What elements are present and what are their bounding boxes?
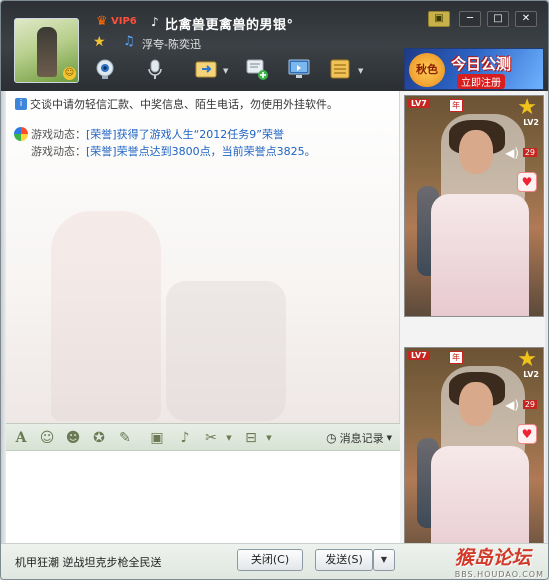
safety-notice-text: 交谈中请勿轻信汇款、中奖信息、陌生电话，勿使用外挂软件。 (30, 98, 338, 111)
message-history: i 交谈中请勿轻信汇款、中奖信息、陌生电话，勿使用外挂软件。 游戏动态：[荣誉]… (6, 91, 400, 423)
star-icon: ★ (93, 34, 106, 50)
microphone-icon (148, 59, 162, 79)
ad-register-button[interactable]: 立即注册 (457, 74, 505, 89)
app-menu-button[interactable] (327, 56, 353, 82)
heart-icon[interactable]: ♥ (517, 172, 537, 192)
ad-brand-logo: 秋色 (409, 53, 445, 87)
info-icon: i (15, 98, 27, 110)
level-label: LV2 (523, 370, 539, 379)
year-badge: 年 (449, 351, 463, 364)
more-menu-chevron-icon[interactable]: ▼ (358, 67, 363, 75)
level-star-icon: ★ (517, 95, 537, 120)
vip-icon: ♛ (96, 14, 108, 29)
voice-call-button[interactable] (142, 56, 168, 82)
send-options-chevron-icon[interactable]: ▼ (373, 549, 395, 571)
input-toolbar: A ☺ ☻ ✪ ✎ ▣ ♪ ✂ ▼ ⊟ ▼ ◷ 消息记录 ▼ (6, 423, 400, 451)
safety-notice: i 交谈中请勿轻信汇款、中奖信息、陌生电话，勿使用外挂软件。 (15, 96, 338, 112)
game-activity-link[interactable]: [荣誉]荣誉点达到3800点，当前荣誉点3825。 (86, 145, 316, 158)
shake-icon[interactable]: ✪ (90, 429, 108, 447)
file-transfer-icon (195, 61, 217, 78)
screenshot-chevron-icon[interactable]: ▼ (220, 429, 238, 447)
video-figure-dress (431, 194, 529, 316)
level-star-icon: ★ (517, 347, 537, 372)
video-panel[interactable]: LV7 年 ★ LV2 ◀) 29 ♥ (404, 95, 544, 317)
close-window-button[interactable]: ✕ (515, 11, 537, 27)
doodle-icon[interactable]: ✎ (116, 429, 134, 447)
watermark: 猴岛论坛 BBS.HOUDAO.COM (455, 543, 544, 579)
window-footer: 机甲狂潮 逆战坦克步枪全民送 关闭(C) 发送(S) ▼ 猴岛论坛 BBS.HO… (1, 543, 548, 579)
right-border (545, 91, 548, 543)
footer-promo-link[interactable]: 机甲狂潮 逆战坦克步枪全民送 (15, 554, 162, 570)
game-activity-icon (14, 127, 28, 141)
send-file-button[interactable] (193, 56, 219, 82)
music-share-icon[interactable]: ♪ (176, 429, 194, 447)
mood-icon: ☺ (63, 67, 76, 80)
message-history-label: 消息记录 (339, 432, 384, 445)
video-figure-face (459, 382, 493, 426)
message-history-button[interactable]: ◷ 消息记录 ▼ (326, 430, 392, 446)
history-icon: ◷ (326, 431, 337, 445)
heart-icon[interactable]: ♥ (517, 424, 537, 444)
image-icon[interactable]: ▣ (148, 429, 166, 447)
chevron-down-icon[interactable]: ▼ (223, 67, 228, 75)
avatar[interactable]: ☺ (14, 18, 79, 83)
window-header: ☺ ♛ VIP6 ♪ 比禽兽更禽兽的男银° ★ ♫ 浮夸-陈奕迅 ▼ ▼ ▣ ─ (1, 1, 548, 91)
level-label: LV2 (523, 118, 539, 127)
vip-label: VIP6 (111, 16, 137, 27)
speaker-icon[interactable]: ◀) (505, 398, 519, 412)
toolbox-icon[interactable]: ⊟ (242, 429, 260, 447)
speaker-icon[interactable]: ◀) (505, 146, 519, 160)
game-activity-row: 游戏动态：[荣誉]荣誉点达到3800点，当前荣誉点3825。 (31, 143, 316, 159)
game-activity-row: 游戏动态：[荣誉]获得了游戏人生“2012任务9”荣誉 (31, 126, 284, 142)
video-figure-face (459, 130, 493, 174)
game-activity-label: 游戏动态： (31, 145, 86, 158)
game-activity-label: 游戏动态： (31, 128, 86, 141)
magic-face-icon[interactable]: ☻ (64, 429, 82, 447)
watermark-sub: BBS.HOUDAO.COM (454, 570, 544, 579)
count-badge: 29 (522, 400, 537, 409)
history-chevron-icon: ▼ (386, 434, 392, 442)
user-level-badge: LV7 (408, 351, 430, 360)
background-image (51, 211, 161, 421)
close-button[interactable]: 关闭(C) (237, 549, 303, 571)
music-icon: ♫ (123, 34, 135, 49)
music-note-icon: ♪ (151, 15, 159, 29)
send-button[interactable]: 发送(S) (315, 549, 373, 571)
remote-desktop-icon (288, 59, 310, 78)
avatar-photo (37, 27, 57, 77)
ad-banner[interactable]: 秋色 今日公测 立即注册 (404, 48, 544, 90)
game-activity-link[interactable]: [荣誉]获得了游戏人生“2012任务9”荣誉 (86, 128, 284, 141)
year-badge: 年 (449, 99, 463, 112)
chat-window: ☺ ♛ VIP6 ♪ 比禽兽更禽兽的男银° ★ ♫ 浮夸-陈奕迅 ▼ ▼ ▣ ─ (0, 0, 549, 580)
emoji-icon[interactable]: ☺ (38, 429, 56, 447)
video-panel[interactable]: LV7 年 ★ LV2 ◀) 29 ♥ (404, 347, 544, 569)
user-level-badge: LV7 (408, 99, 430, 108)
minimize-button[interactable]: ─ (459, 11, 481, 27)
background-image-detail (166, 281, 286, 421)
watermark-main: 猴岛论坛 (454, 547, 531, 569)
ad-slogan: 今日公测 (451, 55, 512, 73)
message-input[interactable] (6, 451, 400, 543)
webcam-icon (96, 59, 114, 79)
video-call-button[interactable] (92, 56, 118, 82)
remote-assist-button[interactable] (286, 56, 312, 82)
skin-button[interactable]: ▣ (428, 11, 450, 27)
maximize-button[interactable]: □ (487, 11, 509, 27)
font-icon[interactable]: A (12, 429, 30, 447)
chat-add-icon (246, 59, 268, 80)
screenshot-scissors-icon[interactable]: ✂ (202, 429, 220, 447)
toolbox-chevron-icon[interactable]: ▼ (260, 429, 278, 447)
contact-status: 浮夸-陈奕迅 (142, 38, 201, 51)
contact-nickname: 比禽兽更禽兽的男银° (165, 18, 294, 33)
count-badge: 29 (522, 148, 537, 157)
apps-icon (330, 59, 350, 79)
create-discussion-button[interactable] (244, 56, 270, 82)
